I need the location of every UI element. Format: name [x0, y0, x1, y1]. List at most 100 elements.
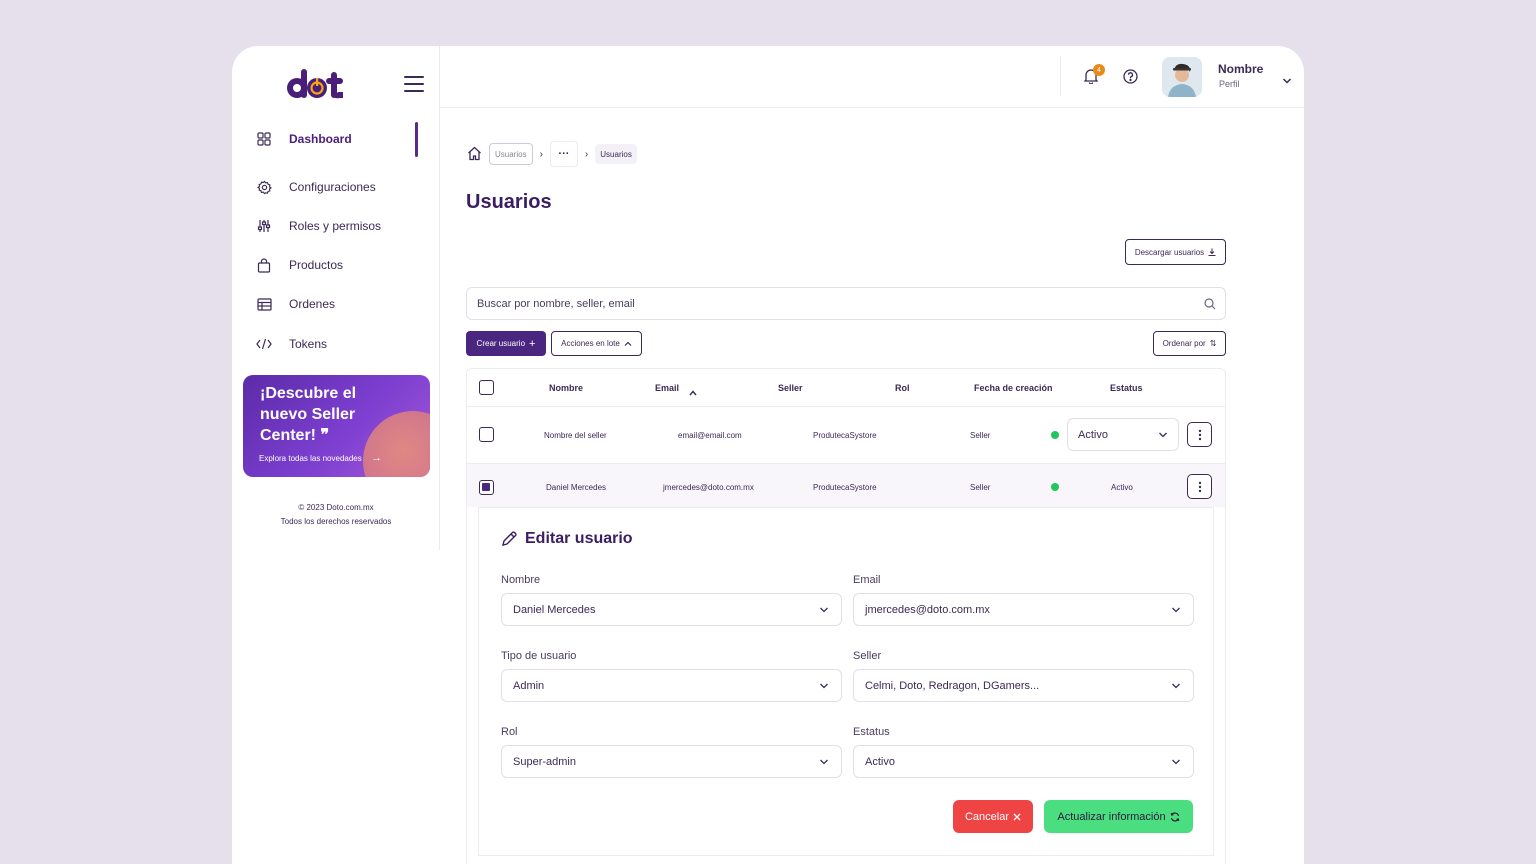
- column-header-seller[interactable]: Seller: [778, 383, 803, 393]
- chevron-right-icon: ›: [584, 148, 589, 160]
- user-name: Nombre: [1218, 62, 1264, 76]
- copyright: © 2023 Doto.com.mx Todos los derechos re…: [232, 501, 440, 529]
- create-user-button[interactable]: Crear usuario +: [466, 331, 546, 356]
- field-value: Admin: [513, 679, 545, 692]
- sidebar-item-productos[interactable]: Productos: [232, 247, 440, 283]
- chevron-down-icon[interactable]: [1282, 72, 1292, 90]
- sidebar-item-tokens[interactable]: Tokens: [232, 326, 440, 362]
- menu-toggle-icon[interactable]: [404, 76, 424, 92]
- breadcrumb-more[interactable]: ···: [549, 141, 578, 167]
- sidebar-item-label: Productos: [289, 258, 344, 272]
- update-button[interactable]: Actualizar información: [1044, 800, 1193, 833]
- user-role: Perfil: [1219, 79, 1240, 89]
- status-field-select[interactable]: Activo: [853, 745, 1194, 778]
- promo-card[interactable]: ¡Descubre el nuevo Seller Center! ❞ Expl…: [243, 375, 430, 477]
- dot-logo[interactable]: [285, 66, 349, 107]
- divider: [1060, 56, 1061, 96]
- bag-icon: [256, 257, 272, 273]
- email-field[interactable]: jmercedes@doto.com.mx: [853, 593, 1194, 626]
- copyright-line: Todos los derechos reservados: [280, 517, 392, 526]
- home-icon[interactable]: [467, 146, 483, 162]
- cell-role: Seller: [970, 483, 991, 492]
- page-title: Usuarios: [466, 191, 552, 213]
- search-bar: [466, 287, 1226, 320]
- cell-email: jmercedes@doto.com.mx: [663, 483, 754, 492]
- chevron-down-icon: [1171, 681, 1181, 693]
- field-label: Seller: [853, 650, 882, 662]
- chevron-up-icon: [624, 341, 632, 346]
- column-header-estatus[interactable]: Estatus: [1110, 383, 1143, 393]
- refresh-icon: [1170, 811, 1179, 822]
- row-actions-button[interactable]: [1187, 422, 1212, 447]
- batch-actions-button[interactable]: Acciones en lote: [551, 331, 642, 356]
- sliders-icon: [256, 218, 272, 234]
- sidebar-item-roles[interactable]: Roles y permisos: [232, 208, 440, 244]
- cell-name: Daniel Mercedes: [546, 483, 607, 492]
- row-checkbox[interactable]: [479, 427, 494, 442]
- field-label: Rol: [501, 726, 518, 738]
- avatar[interactable]: [1162, 57, 1202, 97]
- column-header-rol[interactable]: Rol: [895, 383, 910, 393]
- breadcrumb-current: Usuarios: [595, 144, 637, 164]
- column-header-nombre[interactable]: Nombre: [549, 383, 583, 393]
- arrow-right-icon: →: [371, 452, 382, 464]
- chevron-down-icon: [1171, 757, 1181, 769]
- sidebar-item-ordenes[interactable]: Ordenes: [232, 286, 440, 322]
- field-value: Super-admin: [513, 755, 576, 768]
- help-icon[interactable]: [1123, 69, 1138, 89]
- button-label: Actualizar información: [1057, 810, 1166, 823]
- code-icon: [256, 336, 272, 352]
- edit-title: Editar usuario: [501, 530, 633, 548]
- button-label: Acciones en lote: [561, 339, 620, 348]
- user-type-select[interactable]: Admin: [501, 669, 842, 702]
- table-icon: [256, 296, 272, 312]
- field-label: Email: [853, 574, 881, 586]
- sort-asc-icon[interactable]: [689, 383, 697, 401]
- chevron-down-icon: [1171, 605, 1181, 617]
- cell-role: Seller: [970, 431, 991, 440]
- nombre-field[interactable]: Daniel Mercedes: [501, 593, 842, 626]
- promo-subtitle: Explora todas las novedades: [259, 454, 362, 463]
- column-header-email[interactable]: Email: [655, 383, 679, 393]
- sidebar-item-label: Ordenes: [289, 297, 336, 311]
- app-window: Dashboard Configuraciones Roles y permis…: [232, 46, 1304, 864]
- search-input[interactable]: [477, 296, 1177, 312]
- download-users-button[interactable]: Descargar usuarios: [1125, 239, 1226, 265]
- button-label: Crear usuario: [476, 339, 526, 348]
- field-value: Daniel Mercedes: [513, 603, 596, 616]
- row-checkbox[interactable]: [479, 480, 494, 495]
- download-icon: [1208, 248, 1216, 256]
- users-table: Nombre Email Seller Rol Fecha de creació…: [466, 368, 1226, 864]
- column-header-fecha[interactable]: Fecha de creación: [974, 383, 1053, 393]
- sidebar-item-dashboard[interactable]: Dashboard: [232, 121, 440, 157]
- topbar: 4 Nombre Perfil: [440, 46, 1304, 108]
- search-icon[interactable]: [1204, 297, 1216, 315]
- sidebar-item-label: Tokens: [289, 337, 328, 351]
- table-row: Daniel Mercedes jmercedes@doto.com.mx Pr…: [467, 463, 1225, 507]
- cell-seller: ProdutecaSystore: [813, 483, 877, 492]
- field-value: Activo: [865, 755, 895, 768]
- plus-icon: +: [529, 337, 536, 350]
- role-select[interactable]: Super-admin: [501, 745, 842, 778]
- notification-badge: 4: [1093, 64, 1105, 76]
- sidebar-item-label: Dashboard: [289, 132, 352, 146]
- cell-name: Nombre del seller: [544, 431, 607, 440]
- cancel-button[interactable]: Cancelar: [953, 800, 1033, 833]
- pencil-icon: [502, 531, 517, 546]
- more-vertical-icon: [1198, 429, 1201, 440]
- breadcrumb: Usuarios › ··· › Usuarios: [467, 141, 637, 167]
- seller-select[interactable]: Celmi, Doto, Redragon, DGamers...: [853, 669, 1194, 702]
- chevron-down-icon: [1158, 430, 1168, 442]
- status-select[interactable]: Activo: [1067, 418, 1179, 451]
- cell-status: Activo: [1111, 483, 1133, 492]
- button-label: Ordenar por: [1162, 339, 1206, 348]
- chevron-down-icon: [819, 681, 829, 693]
- status-dot: [1051, 431, 1059, 439]
- cell-email: email@email.com: [678, 431, 742, 440]
- row-actions-button[interactable]: [1187, 474, 1212, 499]
- sidebar-item-configuraciones[interactable]: Configuraciones: [232, 169, 440, 205]
- breadcrumb-link[interactable]: Usuarios: [489, 143, 533, 165]
- select-all-checkbox[interactable]: [479, 380, 494, 395]
- sort-button[interactable]: Ordenar por ⇅: [1153, 331, 1226, 356]
- sidebar-item-label: Roles y permisos: [289, 219, 382, 233]
